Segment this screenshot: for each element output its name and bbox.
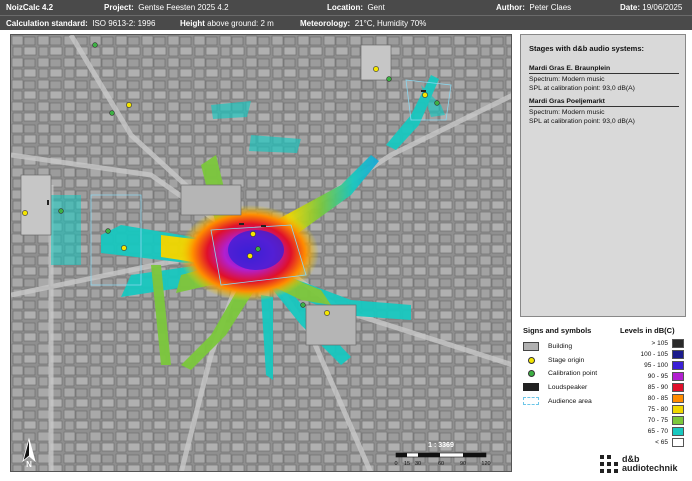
level-swatch xyxy=(672,438,684,447)
stage-name: Mardi Gras E. Braunplein xyxy=(529,65,679,74)
level-item: 75 - 80 xyxy=(620,405,688,414)
scale-tick: 0 xyxy=(394,461,397,467)
level-swatch xyxy=(672,394,684,403)
level-swatch xyxy=(672,339,684,348)
meteo-field: Meteorology: 21°C, Humidity 70% xyxy=(300,18,427,28)
stage-spectrum: Spectrum: Modern music xyxy=(529,76,605,83)
height-field: Height above ground: 2 m xyxy=(180,18,274,28)
level-swatch xyxy=(672,416,684,425)
loudspeaker-bar-icon xyxy=(523,383,539,392)
level-item: 70 - 75 xyxy=(620,416,688,425)
stages-title: Stages with d&b audio systems: xyxy=(529,44,645,53)
symbols-title: Signs and symbols xyxy=(523,326,592,335)
header-row-2: Calculation standard: ISO 9613-2: 1996 H… xyxy=(0,15,692,30)
level-item: 90 - 95 xyxy=(620,372,688,381)
logo-line-2: audiotechnik xyxy=(622,463,678,473)
app-title: NoizCalc 4.2 xyxy=(6,3,54,12)
scale-tick: 60 xyxy=(438,461,444,467)
stage-name: Mardi Gras Poeljemarkt xyxy=(529,98,679,107)
level-item: > 105 xyxy=(620,339,688,348)
north-label: N xyxy=(26,460,32,469)
level-item: 95 - 100 xyxy=(620,361,688,370)
level-item: 85 - 90 xyxy=(620,383,688,392)
location-field: Location: Gent xyxy=(327,3,385,12)
symbol-calibration: Calibration point xyxy=(523,367,597,379)
scale-ratio: 1 : 3369 xyxy=(428,442,454,449)
scale-tick: 15 xyxy=(404,461,410,467)
report-header: NoizCalc 4.2 Project: Gentse Feesten 202… xyxy=(0,0,692,30)
stage-spl: SPL at calibration point: 93,0 dB(A) xyxy=(529,117,635,125)
stage-origin-dot-icon xyxy=(523,356,539,365)
levels-title: Levels in dB(C) xyxy=(620,326,675,335)
level-swatch xyxy=(672,383,684,392)
building-swatch-icon xyxy=(523,341,539,351)
calibration-dot-icon xyxy=(523,369,539,378)
noise-map[interactable]: N 1 : 3369 0 15 30 60 90 120 xyxy=(10,34,512,472)
db-logo-icon xyxy=(600,455,618,473)
scale-tick: 120 xyxy=(481,461,490,467)
scale-tick: 90 xyxy=(460,461,466,467)
level-item: 100 - 105 xyxy=(620,350,688,359)
level-item: 80 - 85 xyxy=(620,394,688,403)
scale-tick: 30 xyxy=(415,461,421,467)
level-swatch xyxy=(672,361,684,370)
date-field: Date: 19/06/2025 xyxy=(620,3,683,12)
map-canvas: N 1 : 3369 0 15 30 60 90 120 xyxy=(11,35,511,471)
symbol-stage-origin: Stage origin xyxy=(523,354,584,366)
author-field: Author: Peter Claes xyxy=(496,3,572,12)
level-swatch xyxy=(672,350,684,359)
stages-panel: Stages with d&b audio systems: Mardi Gra… xyxy=(520,34,686,317)
level-swatch xyxy=(672,427,684,436)
level-swatch xyxy=(672,372,684,381)
db-logo: d&b audiotechnik xyxy=(600,455,678,473)
level-item: 65 - 70 xyxy=(620,427,688,436)
level-swatch xyxy=(672,405,684,414)
stage-spl: SPL at calibration point: 93,0 dB(A) xyxy=(529,84,635,92)
level-item: < 65 xyxy=(620,438,688,447)
symbol-audience: Audience area xyxy=(523,395,592,407)
symbol-loudspeaker: Loudspeaker xyxy=(523,381,587,393)
stage-entry: Mardi Gras Poeljemarkt Spectrum: Modern … xyxy=(529,98,679,126)
stage-spectrum: Spectrum: Modern music xyxy=(529,109,605,116)
audience-area-outline-icon xyxy=(523,397,539,406)
symbol-building: Building xyxy=(523,340,572,352)
standard-field: Calculation standard: ISO 9613-2: 1996 xyxy=(6,18,156,28)
scale-bar xyxy=(395,452,487,458)
project-field: Project: Gentse Feesten 2025 4.2 xyxy=(104,3,229,12)
header-row-1: NoizCalc 4.2 Project: Gentse Feesten 202… xyxy=(0,0,692,15)
stage-entry: Mardi Gras E. Braunplein Spectrum: Moder… xyxy=(529,65,679,93)
